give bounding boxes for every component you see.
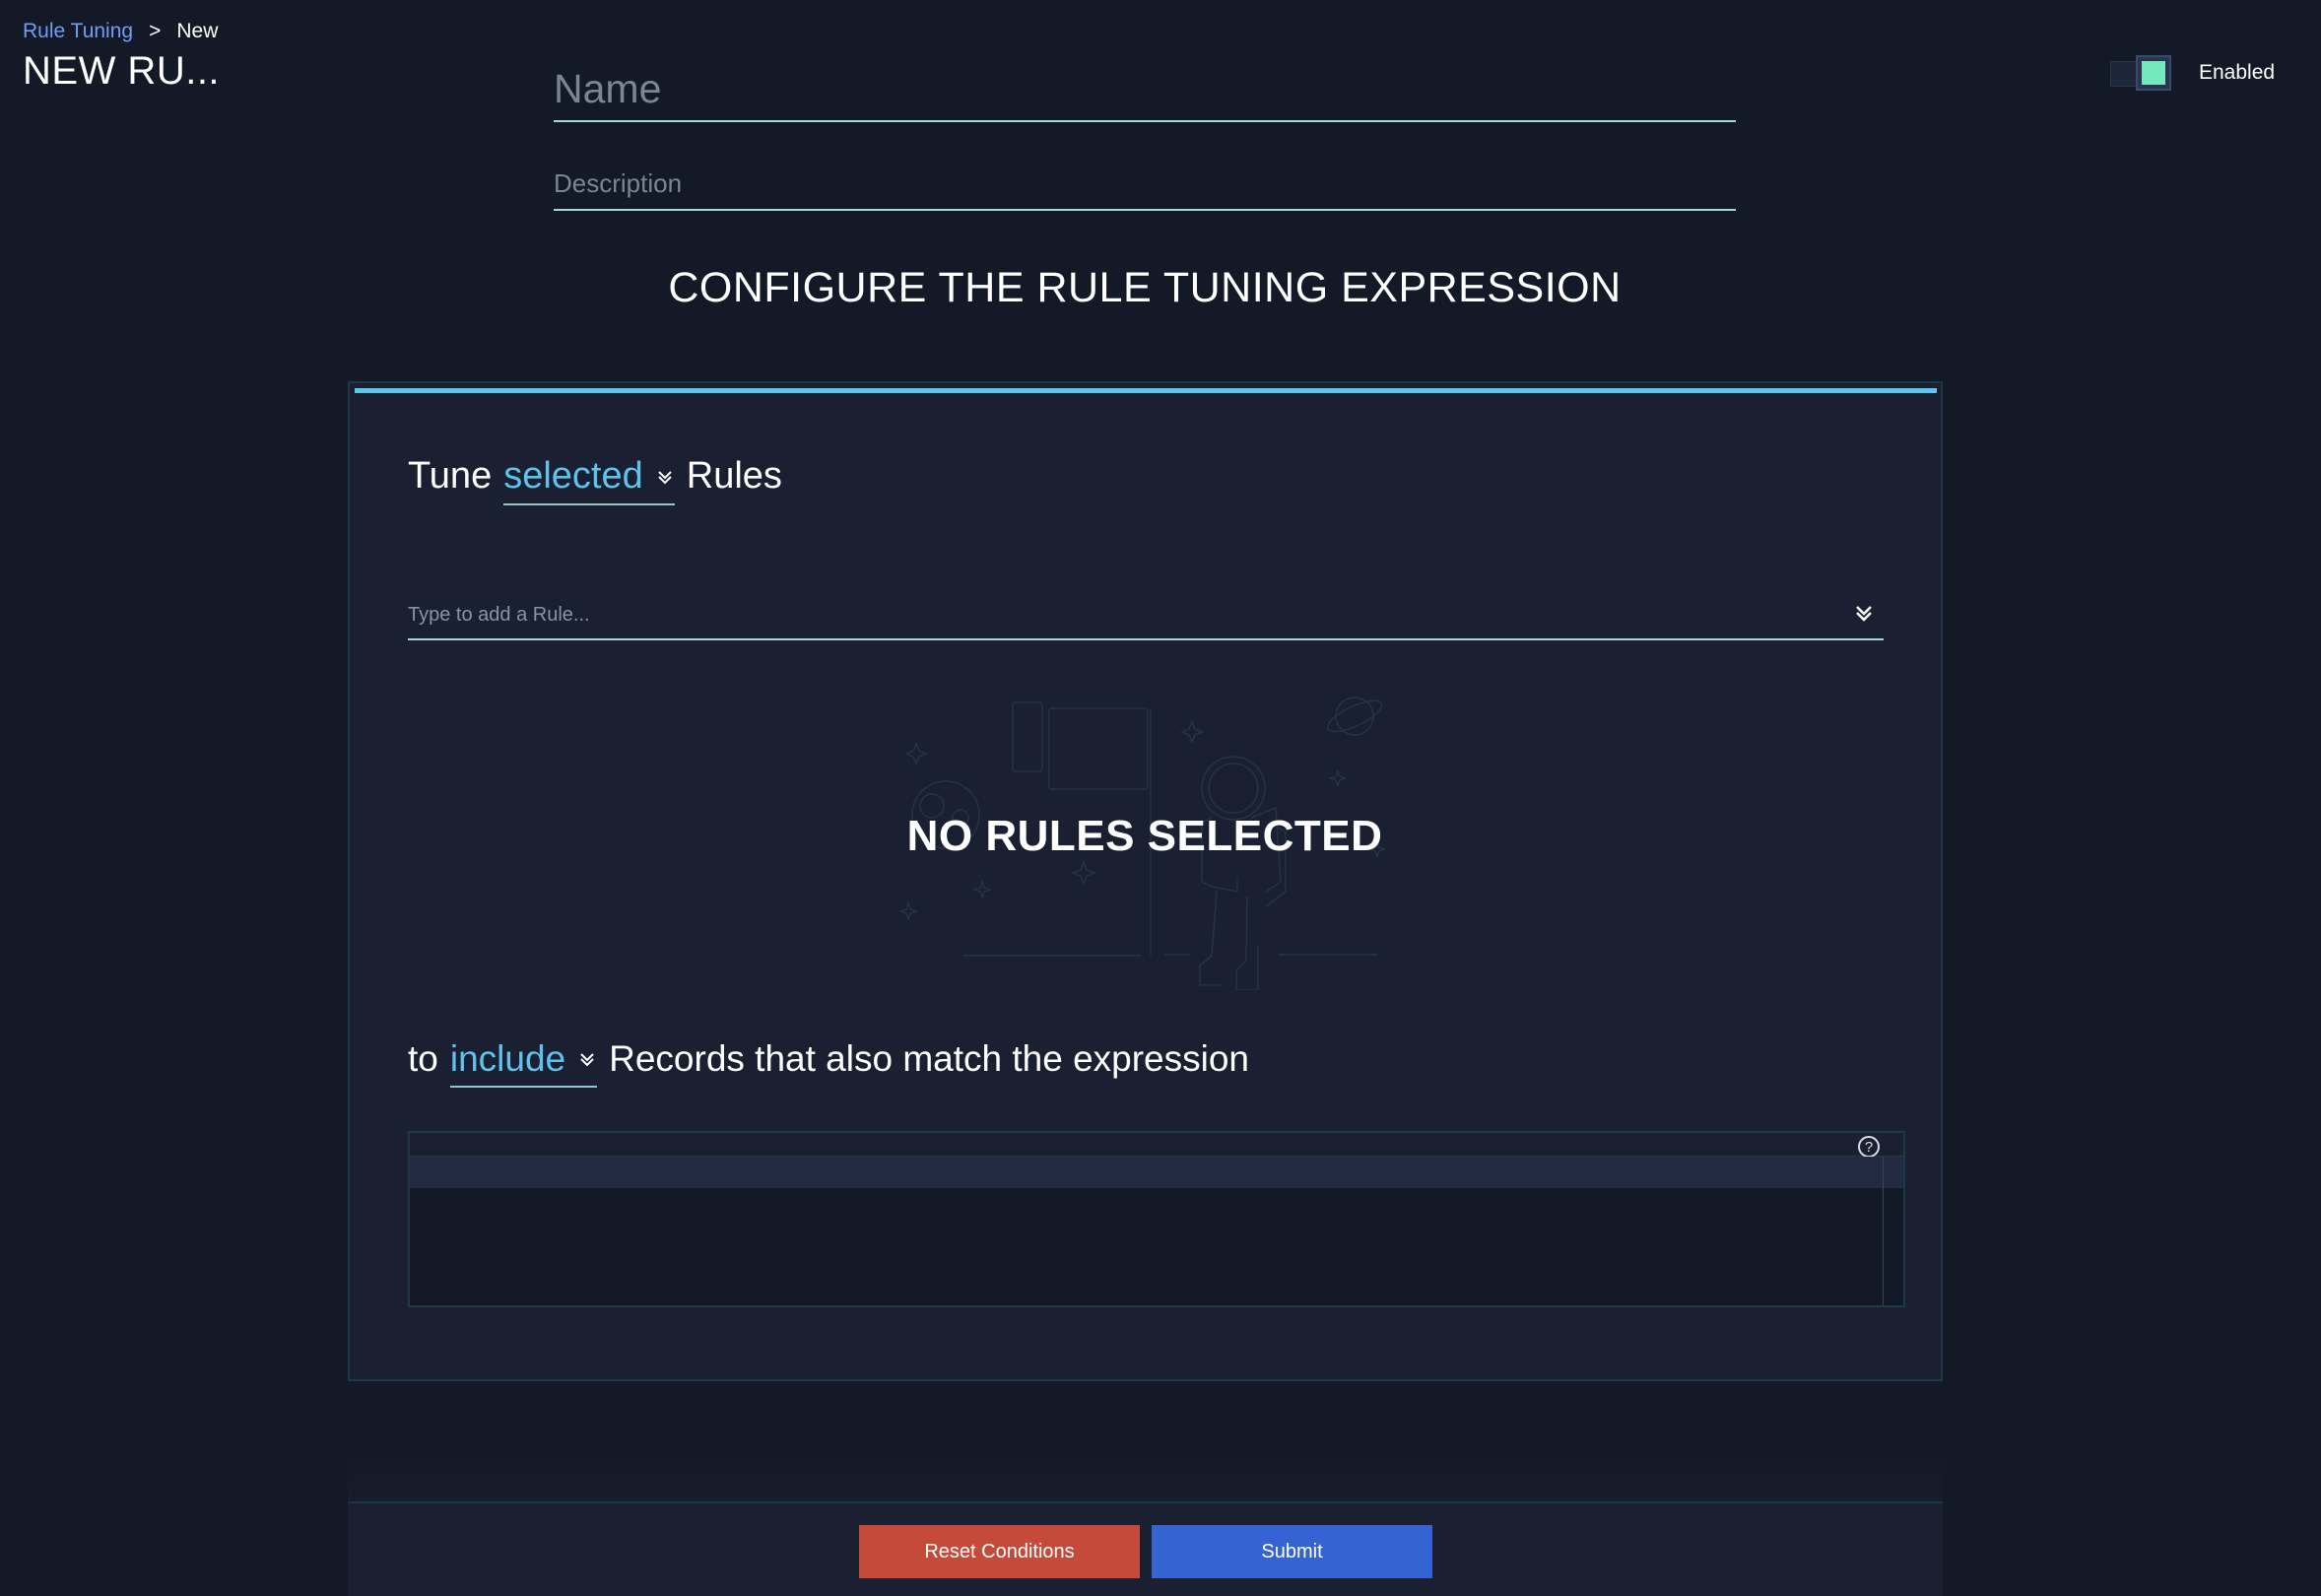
enabled-label: Enabled [2199, 61, 2276, 84]
include-sentence: to include Records that also match the e… [408, 1038, 1249, 1088]
description-input[interactable] [554, 158, 1736, 209]
page-title: NEW RU... [23, 49, 221, 93]
breadcrumb-separator: > [149, 20, 162, 42]
footer-bar [348, 1501, 1943, 1596]
name-field-wrapper [554, 57, 1736, 122]
help-icon[interactable]: ? [1858, 1136, 1880, 1158]
astronaut-icon [1199, 756, 1287, 990]
tune-suffix: Rules [686, 455, 782, 497]
expression-editor[interactable]: ? [408, 1131, 1905, 1307]
rule-scope-value: selected [503, 455, 643, 497]
panel-accent-bar [355, 388, 1937, 393]
ground-line [963, 954, 1377, 957]
breadcrumb-link-rule-tuning[interactable]: Rule Tuning [23, 20, 133, 43]
description-field-wrapper [554, 158, 1736, 211]
chevron-double-down-icon [580, 1053, 594, 1067]
footer-fade [348, 1456, 1943, 1501]
breadcrumb: Rule Tuning > New [23, 20, 218, 43]
expression-editor-scrollbar[interactable] [1883, 1157, 1884, 1305]
empty-state-title: NO RULES SELECTED [906, 812, 1383, 860]
include-mode-value: include [449, 1038, 566, 1079]
toggle-knob [2136, 55, 2171, 91]
submit-button[interactable]: Submit [1152, 1525, 1432, 1578]
name-input[interactable] [554, 57, 1736, 120]
rule-search-wrapper [408, 591, 1884, 640]
chevron-double-down-icon[interactable] [1852, 601, 1876, 625]
chevron-double-down-icon [658, 470, 672, 484]
reset-conditions-button[interactable]: Reset Conditions [859, 1525, 1140, 1578]
enabled-toggle[interactable] [2110, 55, 2177, 93]
expression-editor-body[interactable] [410, 1188, 1903, 1305]
planet-icon [1326, 697, 1383, 736]
section-heading: CONFIGURE THE RULE TUNING EXPRESSION [668, 264, 1622, 311]
rule-scope-dropdown[interactable]: selected [503, 455, 675, 505]
breadcrumb-current: New [176, 20, 219, 42]
expression-editor-header: ? [410, 1133, 1903, 1158]
include-suffix: Records that also match the expression [609, 1038, 1250, 1079]
expression-editor-active-line [410, 1157, 1903, 1188]
tune-sentence: Tune selected Rules [408, 455, 782, 505]
include-prefix: to [408, 1038, 438, 1079]
rule-search-input[interactable] [408, 591, 1787, 638]
include-mode-dropdown[interactable]: include [449, 1038, 598, 1088]
tune-prefix: Tune [408, 455, 493, 497]
toggle-knob-indicator [2142, 61, 2165, 85]
